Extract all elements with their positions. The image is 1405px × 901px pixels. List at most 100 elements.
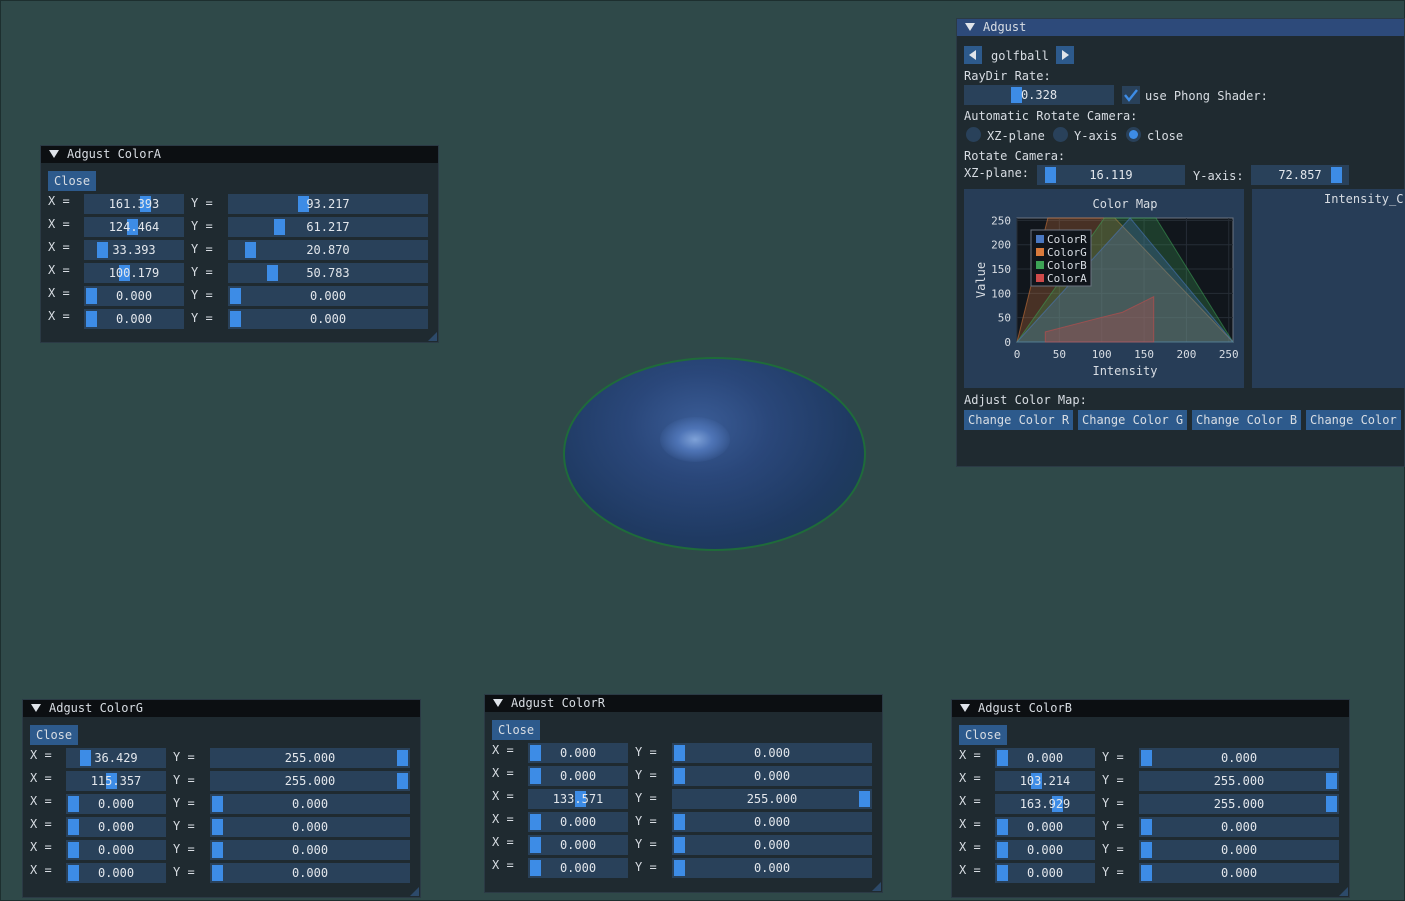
x-slider[interactable]: 115.357 bbox=[66, 771, 166, 791]
adjust-main-titlebar[interactable]: Adgust bbox=[957, 19, 1404, 36]
radio-xz-plane[interactable] bbox=[966, 127, 981, 142]
adjust-main-window[interactable]: Adgust golfball RayDir Rate: 0.328 use P… bbox=[956, 18, 1405, 467]
x-slider[interactable]: 0.000 bbox=[528, 812, 628, 832]
x-slider[interactable]: 0.000 bbox=[528, 766, 628, 786]
xz-plane-slider[interactable]: 16.119 bbox=[1037, 165, 1185, 185]
y-slider[interactable]: 255.000 bbox=[1139, 771, 1339, 791]
x-slider[interactable]: 0.000 bbox=[66, 863, 166, 883]
close-button[interactable]: Close bbox=[492, 720, 541, 740]
y-slider[interactable]: 0.000 bbox=[228, 309, 428, 329]
collapse-triangle-icon[interactable] bbox=[493, 699, 503, 707]
y-slider[interactable]: 0.000 bbox=[672, 858, 872, 878]
y-slider[interactable]: 255.000 bbox=[210, 771, 410, 791]
adjust-colorb-window[interactable]: Adgust ColorB Close X = 0.000 Y = 0.000 X = 1… bbox=[951, 699, 1350, 898]
intensity-plot-title: Intensity_C bbox=[1324, 192, 1404, 206]
y-slider[interactable]: 61.217 bbox=[228, 217, 428, 237]
x-slider[interactable]: 100.179 bbox=[84, 263, 184, 283]
x-label: X = bbox=[959, 748, 981, 762]
x-slider[interactable]: 33.393 bbox=[84, 240, 184, 260]
radio-y-axis[interactable] bbox=[1053, 127, 1068, 142]
x-slider[interactable]: 0.000 bbox=[84, 309, 184, 329]
y-slider[interactable]: 255.000 bbox=[1139, 794, 1339, 814]
x-slider[interactable]: 0.000 bbox=[528, 743, 628, 763]
y-slider[interactable]: 0.000 bbox=[1139, 840, 1339, 860]
color-map-plot[interactable]: 0 50 100 150 200 250 250 200 150 100 50 0 Color Map I… bbox=[964, 189, 1244, 388]
change-color-a-button[interactable]: Change Color bbox=[1306, 410, 1401, 430]
y-label: Y = bbox=[173, 865, 195, 879]
y-slider[interactable]: 0.000 bbox=[672, 766, 872, 786]
y-axis-slider[interactable]: 72.857 bbox=[1251, 165, 1349, 185]
slider-value: 124.464 bbox=[108, 220, 160, 234]
change-color-r-button[interactable]: Change Color R bbox=[964, 410, 1074, 430]
resize-grip[interactable] bbox=[428, 332, 437, 341]
close-button[interactable]: Close bbox=[48, 171, 97, 191]
x-label: X = bbox=[492, 766, 514, 780]
resize-grip[interactable] bbox=[1339, 887, 1348, 896]
close-button[interactable]: Close bbox=[959, 725, 1008, 745]
change-color-b-button[interactable]: Change Color B bbox=[1192, 410, 1302, 430]
collapse-triangle-icon[interactable] bbox=[965, 23, 975, 31]
resize-grip[interactable] bbox=[872, 882, 881, 891]
phong-checkbox[interactable] bbox=[1122, 86, 1140, 104]
collapse-triangle-icon[interactable] bbox=[31, 704, 41, 712]
x-slider[interactable]: 0.000 bbox=[995, 817, 1095, 837]
x-slider[interactable]: 0.000 bbox=[995, 863, 1095, 883]
legend-entry: ColorR bbox=[1047, 233, 1087, 246]
x-label: X = bbox=[959, 794, 981, 808]
y-label: Y = bbox=[1102, 773, 1124, 787]
x-slider[interactable]: 0.000 bbox=[84, 286, 184, 306]
x-slider[interactable]: 103.214 bbox=[995, 771, 1095, 791]
y-tick-label: 100 bbox=[991, 287, 1011, 300]
y-slider[interactable]: 0.000 bbox=[228, 286, 428, 306]
x-slider[interactable]: 0.000 bbox=[995, 840, 1095, 860]
collapse-triangle-icon[interactable] bbox=[49, 150, 59, 158]
adjust-colorg-window[interactable]: Adgust ColorG Close X = 36.429 Y = 255.000 X… bbox=[22, 699, 421, 898]
slider-value: 93.217 bbox=[306, 197, 350, 211]
y-slider[interactable]: 50.783 bbox=[228, 263, 428, 283]
x-label: X = bbox=[30, 771, 52, 785]
adjust-colorb-titlebar[interactable]: Adgust ColorB bbox=[952, 700, 1349, 717]
x-slider[interactable]: 0.000 bbox=[995, 748, 1095, 768]
x-slider[interactable]: 0.000 bbox=[528, 858, 628, 878]
adjust-colorg-titlebar[interactable]: Adgust ColorG bbox=[23, 700, 420, 717]
collapse-triangle-icon[interactable] bbox=[960, 704, 970, 712]
change-color-g-button[interactable]: Change Color G bbox=[1078, 410, 1188, 430]
x-slider[interactable]: 124.464 bbox=[84, 217, 184, 237]
next-model-button[interactable] bbox=[1056, 46, 1074, 64]
adjust-colora-window[interactable]: Adgust ColorA Close X = 161.393 Y = 93.217 X… bbox=[40, 145, 439, 343]
y-slider[interactable]: 93.217 bbox=[228, 194, 428, 214]
y-slider[interactable]: 0.000 bbox=[210, 794, 410, 814]
radio-close[interactable] bbox=[1126, 127, 1141, 142]
y-slider[interactable]: 0.000 bbox=[672, 812, 872, 832]
y-slider[interactable]: 0.000 bbox=[210, 817, 410, 837]
x-slider[interactable]: 36.429 bbox=[66, 748, 166, 768]
x-slider[interactable]: 0.000 bbox=[66, 794, 166, 814]
y-slider[interactable]: 0.000 bbox=[1139, 748, 1339, 768]
y-slider[interactable]: 0.000 bbox=[210, 863, 410, 883]
y-slider[interactable]: 255.000 bbox=[210, 748, 410, 768]
prev-model-button[interactable] bbox=[964, 46, 982, 64]
y-slider[interactable]: 0.000 bbox=[672, 743, 872, 763]
y-slider[interactable]: 0.000 bbox=[672, 835, 872, 855]
adjust-colorr-titlebar[interactable]: Adgust ColorR bbox=[485, 695, 882, 712]
slider-value: 0.000 bbox=[291, 797, 329, 811]
y-slider[interactable]: 0.000 bbox=[1139, 817, 1339, 837]
x-slider[interactable]: 133.571 bbox=[528, 789, 628, 809]
x-slider[interactable]: 163.929 bbox=[995, 794, 1095, 814]
y-slider[interactable]: 0.000 bbox=[1139, 863, 1339, 883]
raydir-slider[interactable]: 0.328 bbox=[964, 85, 1114, 105]
x-slider[interactable]: 161.393 bbox=[84, 194, 184, 214]
y-slider[interactable]: 255.000 bbox=[672, 789, 872, 809]
x-slider[interactable]: 0.000 bbox=[528, 835, 628, 855]
adjust-colorr-window[interactable]: Adgust ColorR Close X = 0.000 Y = 0.000 X = 0… bbox=[484, 694, 883, 893]
intensity-plot[interactable]: Intensity_C bbox=[1252, 189, 1405, 388]
y-slider[interactable]: 20.870 bbox=[228, 240, 428, 260]
resize-grip[interactable] bbox=[410, 887, 419, 896]
slider-value: 0.000 bbox=[753, 769, 791, 783]
y-slider[interactable]: 0.000 bbox=[210, 840, 410, 860]
x-slider[interactable]: 0.000 bbox=[66, 840, 166, 860]
adjust-colora-titlebar[interactable]: Adgust ColorA bbox=[41, 146, 438, 163]
close-button[interactable]: Close bbox=[30, 725, 79, 745]
x-slider[interactable]: 0.000 bbox=[66, 817, 166, 837]
slider-value: 0.000 bbox=[1026, 751, 1064, 765]
